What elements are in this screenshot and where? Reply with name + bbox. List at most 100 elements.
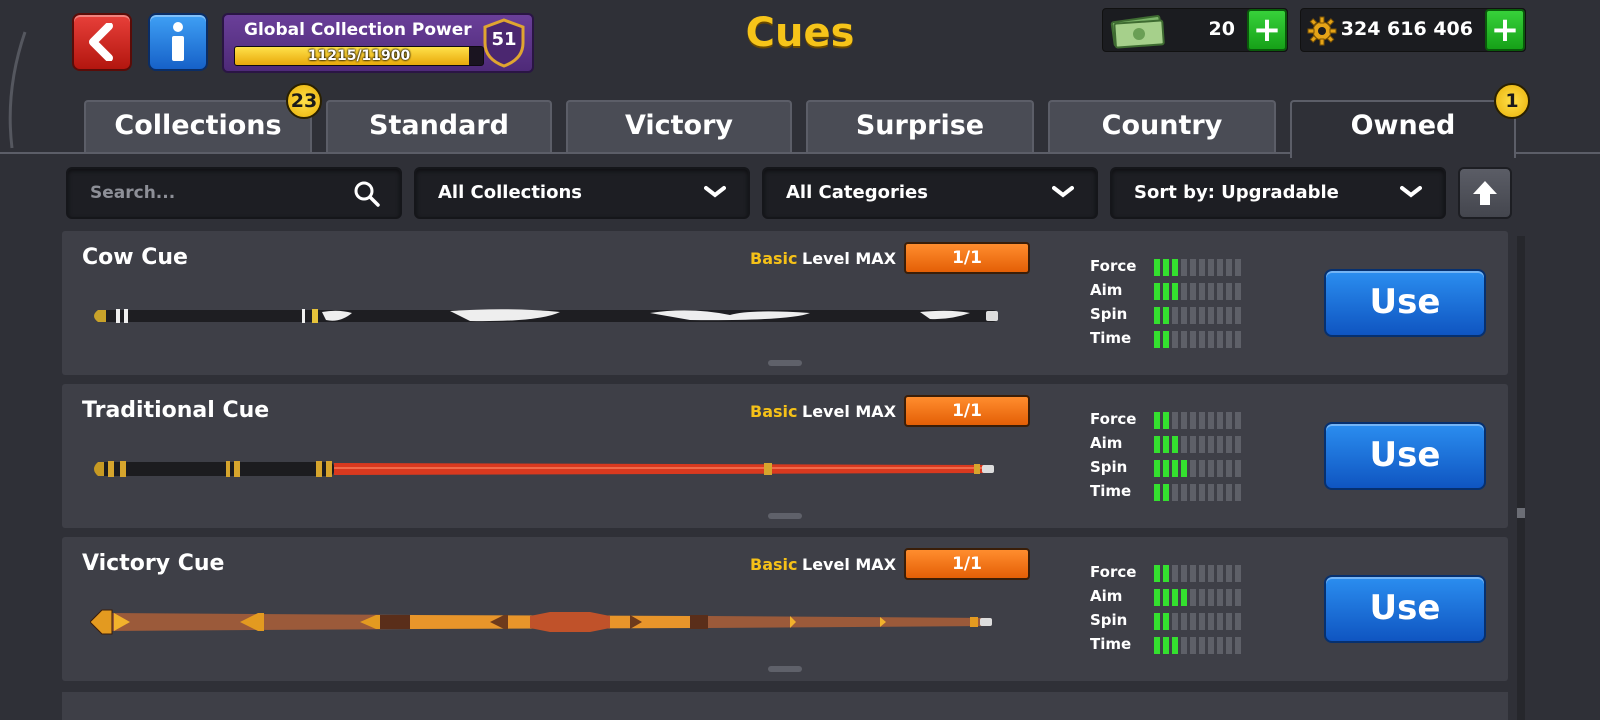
add-coins-button[interactable]: +	[1485, 9, 1525, 51]
info-button[interactable]	[148, 13, 208, 71]
cue-level-value: 1/1	[904, 242, 1030, 274]
stat-segment	[1154, 283, 1160, 300]
collection-power-bar: 11215/11900	[234, 46, 484, 66]
stat-segment	[1181, 613, 1187, 630]
sort-direction-button[interactable]	[1458, 167, 1512, 219]
stat-segment	[1226, 460, 1232, 477]
cow-cue-image	[94, 309, 998, 323]
stat-segment	[1208, 412, 1214, 429]
stat-segment	[1181, 484, 1187, 501]
stat-segment	[1199, 484, 1205, 501]
stat-segment	[1181, 307, 1187, 324]
stat-segment	[1181, 412, 1187, 429]
stat-segment	[1235, 484, 1241, 501]
stat-segment	[1226, 283, 1232, 300]
stat-segment	[1226, 613, 1232, 630]
stat-segment	[1190, 565, 1196, 582]
stat-segment	[1154, 613, 1160, 630]
stat-label-force: Force	[1090, 563, 1137, 581]
stat-segment	[1199, 613, 1205, 630]
stat-label-force: Force	[1090, 257, 1137, 275]
stat-segment	[1172, 460, 1178, 477]
row-expand-handle[interactable]	[768, 360, 802, 366]
stat-segment	[1199, 436, 1205, 453]
stat-segment	[1163, 307, 1169, 324]
cue-row-partial[interactable]	[62, 692, 1508, 720]
cue-level-label: Level MAX	[802, 402, 897, 421]
use-button[interactable]: Use	[1324, 269, 1486, 337]
cue-row-victory[interactable]: Victory Cue Basic Level MAX 1/1 Force Ai…	[62, 537, 1508, 681]
add-cash-button[interactable]: +	[1247, 9, 1287, 51]
stat-segment	[1217, 412, 1223, 429]
scrollbar-thumb[interactable]	[1517, 508, 1525, 518]
stat-segment	[1217, 565, 1223, 582]
stat-segment	[1199, 283, 1205, 300]
stat-segment	[1208, 331, 1214, 348]
stat-segment	[1163, 565, 1169, 582]
stat-segment	[1208, 637, 1214, 654]
stat-segment	[1190, 484, 1196, 501]
cash-value: 20	[1208, 18, 1235, 40]
tab-standard[interactable]: Standard	[326, 100, 552, 152]
stat-segment	[1208, 307, 1214, 324]
categories-dropdown[interactable]: All Categories	[762, 167, 1098, 219]
use-button[interactable]: Use	[1324, 422, 1486, 490]
scrollbar-track[interactable]	[1517, 236, 1525, 720]
cue-row-cow[interactable]: Cow Cue Basic Level MAX 1/1 Force Aim Sp…	[62, 231, 1508, 375]
stat-label-spin: Spin	[1090, 458, 1128, 476]
sort-dropdown-value: Sort by: Upgradable	[1134, 182, 1339, 203]
stat-segment	[1208, 484, 1214, 501]
stat-segment	[1154, 484, 1160, 501]
stat-segment	[1181, 331, 1187, 348]
collections-dropdown[interactable]: All Collections	[414, 167, 750, 219]
cash-counter: 20 +	[1102, 8, 1288, 52]
stat-segment	[1154, 307, 1160, 324]
stat-segment	[1235, 460, 1241, 477]
stat-segment	[1199, 259, 1205, 276]
stat-segment	[1199, 637, 1205, 654]
row-expand-handle[interactable]	[768, 513, 802, 519]
stat-segment	[1226, 637, 1232, 654]
stat-label-aim: Aim	[1090, 281, 1123, 299]
sort-dropdown[interactable]: Sort by: Upgradable	[1110, 167, 1446, 219]
coins-value: 324 616 406	[1340, 18, 1473, 40]
back-button[interactable]	[72, 13, 132, 71]
tab-surprise[interactable]: Surprise	[806, 100, 1034, 152]
stat-segment	[1208, 436, 1214, 453]
stat-segment	[1226, 589, 1232, 606]
tab-country[interactable]: Country	[1048, 100, 1276, 152]
stat-label-aim: Aim	[1090, 587, 1123, 605]
plus-icon: +	[1252, 10, 1282, 50]
stat-segment	[1163, 460, 1169, 477]
stat-segment	[1172, 484, 1178, 501]
stat-segment	[1235, 331, 1241, 348]
cue-name: Victory Cue	[82, 551, 225, 576]
tab-owned[interactable]: Owned	[1290, 100, 1516, 158]
cue-rarity: Basic	[750, 555, 798, 574]
collections-dropdown-value: All Collections	[438, 182, 582, 203]
tab-collections[interactable]: Collections	[84, 100, 312, 152]
coins-counter: 324 616 406 +	[1300, 8, 1526, 52]
stat-segment	[1163, 283, 1169, 300]
cue-level-label: Level MAX	[802, 555, 897, 574]
stat-segment	[1154, 589, 1160, 606]
stat-segment	[1181, 460, 1187, 477]
stat-label-spin: Spin	[1090, 611, 1128, 629]
stat-segment	[1181, 565, 1187, 582]
stat-label-time: Time	[1090, 635, 1132, 653]
use-button[interactable]: Use	[1324, 575, 1486, 643]
global-collection-power-panel[interactable]: Global Collection Power 11215/11900 51	[222, 13, 534, 73]
cue-level-value: 1/1	[904, 395, 1030, 427]
tab-victory[interactable]: Victory	[566, 100, 792, 152]
stat-segment	[1199, 412, 1205, 429]
page-title: Cues	[745, 10, 855, 56]
stat-segment	[1235, 412, 1241, 429]
cue-row-traditional[interactable]: Traditional Cue Basic Level MAX 1/1 Forc…	[62, 384, 1508, 528]
collections-notification-badge: 23	[286, 83, 322, 119]
stat-segment	[1235, 613, 1241, 630]
search-input[interactable]: Search...	[66, 167, 402, 219]
stat-segment	[1226, 259, 1232, 276]
decorative-arc	[8, 31, 27, 149]
row-expand-handle[interactable]	[768, 666, 802, 672]
stat-segment	[1217, 460, 1223, 477]
